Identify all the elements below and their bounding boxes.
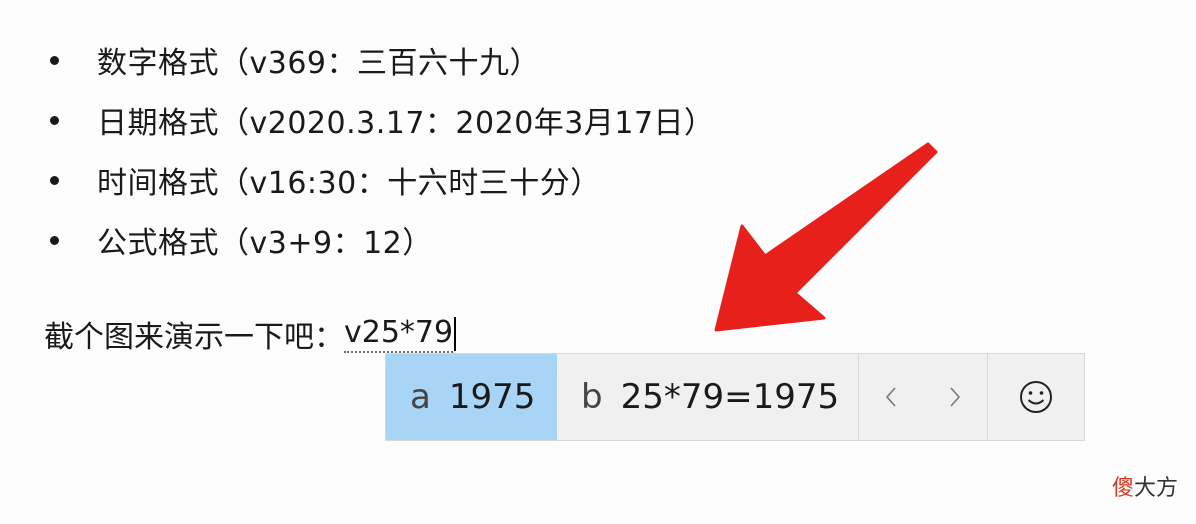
watermark-text: 大方 — [1133, 476, 1178, 501]
watermark-red-char: 傻 — [1111, 476, 1134, 501]
red-arrow-annotation — [714, 142, 938, 332]
watermark: 傻 大方 — [1112, 470, 1178, 502]
arrow-icon — [714, 142, 938, 332]
